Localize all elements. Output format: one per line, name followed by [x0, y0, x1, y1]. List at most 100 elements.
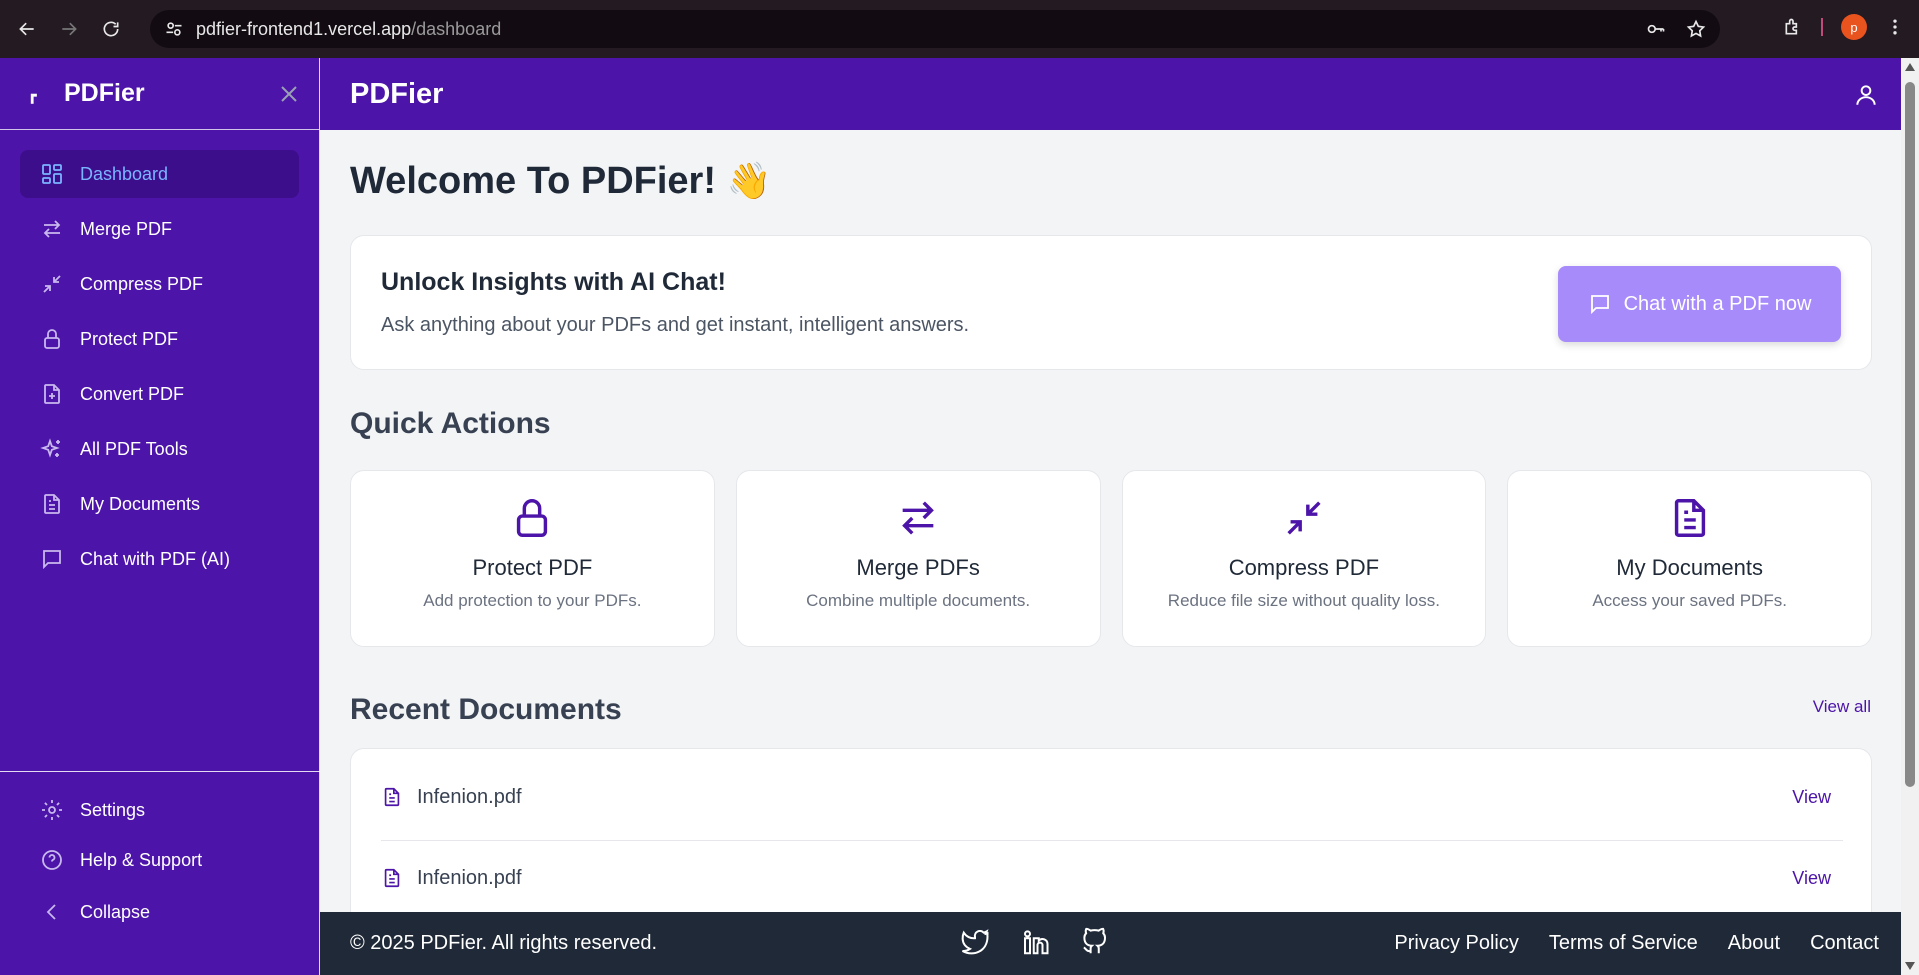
about-link[interactable]: About [1728, 932, 1780, 955]
chat-with-pdf-button[interactable]: Chat with a PDF now [1558, 266, 1841, 342]
sidebar-item-label: Compress PDF [80, 273, 204, 294]
quick-action-desc: Combine multiple documents. [806, 591, 1031, 610]
reload-icon [103, 21, 119, 37]
back-button[interactable] [12, 14, 42, 44]
sidebar-item-dashboard[interactable]: Dashboard [20, 150, 299, 198]
divider [381, 840, 1843, 841]
footer: © 2025 PDFier. All rights reserved. Priv… [320, 912, 1901, 975]
sidebar-item-settings[interactable]: Settings [20, 786, 300, 834]
url-path: /dashboard [411, 18, 502, 39]
privacy-policy-link[interactable]: Privacy Policy [1394, 932, 1518, 955]
chat-icon [1590, 295, 1609, 315]
scroll-down-arrow[interactable] [1905, 962, 1915, 970]
main-content: Welcome To PDFier! 👋 Unlock Insights wit… [320, 130, 1901, 912]
sidebar-item-convert-pdf[interactable]: Convert PDF [20, 370, 299, 418]
quick-action-merge-pdfs[interactable]: Merge PDFs Combine multiple documents. [735, 470, 1101, 647]
key-icon[interactable] [1646, 19, 1666, 39]
quick-action-title: Merge PDFs [856, 555, 980, 580]
compress-icon [43, 275, 61, 293]
twitter-icon[interactable] [960, 927, 990, 957]
reload-button[interactable] [96, 14, 126, 44]
collapse-label: Collapse [80, 901, 151, 922]
scroll-up-arrow[interactable] [1905, 63, 1915, 71]
sidebar: ┏ PDFier Dashboard Merge PDF Compress PD… [0, 58, 320, 975]
quick-action-my-documents[interactable]: My Documents Access your saved PDFs. [1507, 470, 1872, 647]
profile-avatar[interactable]: p [1841, 14, 1867, 40]
more-menu-icon[interactable] [1885, 17, 1905, 37]
copyright-text: © 2025 PDFier. All rights reserved. [350, 932, 658, 954]
quick-action-desc: Access your saved PDFs. [1592, 591, 1787, 610]
sidebar-header: ┏ PDFier [0, 58, 319, 130]
contact-link[interactable]: Contact [1810, 932, 1879, 955]
sidebar-item-label: Merge PDF [80, 218, 173, 239]
github-icon[interactable] [1080, 927, 1110, 957]
ai-card-subtitle: Ask anything about your PDFs and get ins… [381, 314, 970, 336]
site-info-icon[interactable] [164, 19, 184, 39]
footer-links: Privacy Policy Terms of Service About Co… [1394, 932, 1879, 955]
logo-icon: ┏ [28, 86, 37, 103]
sidebar-item-label: Protect PDF [80, 328, 179, 349]
sidebar-item-help[interactable]: Help & Support [20, 836, 300, 884]
arrows-swap-icon [902, 501, 934, 535]
sidebar-item-merge-pdf[interactable]: Merge PDF [20, 205, 299, 253]
welcome-heading: Welcome To PDFier! 👋 [350, 160, 771, 203]
document-icon [384, 787, 400, 807]
view-all-link[interactable]: View all [1813, 697, 1871, 717]
list-item[interactable]: Infenion.pdf View [381, 848, 1843, 908]
sidebar-collapse-button[interactable]: Collapse [20, 888, 300, 936]
settings-label: Settings [80, 799, 146, 820]
page-scrollbar[interactable] [1901, 58, 1919, 975]
quick-actions-grid: Protect PDF Add protection to your PDFs.… [350, 470, 1872, 647]
arrows-swap-icon [43, 220, 61, 238]
chat-button-label: Chat with a PDF now [1623, 292, 1812, 315]
recent-documents-list: Infenion.pdf View Infenion.pdf View [350, 748, 1872, 912]
forward-button[interactable] [54, 14, 84, 44]
arrow-right-icon [62, 22, 77, 36]
recent-documents-title: Recent Documents [350, 693, 622, 726]
view-document-link[interactable]: View [1792, 787, 1831, 808]
dashboard-icon [42, 164, 62, 184]
sidebar-item-label: My Documents [80, 493, 201, 514]
sidebar-item-protect-pdf[interactable]: Protect PDF [20, 315, 299, 363]
terms-of-service-link[interactable]: Terms of Service [1549, 932, 1698, 955]
sidebar-item-my-documents[interactable]: My Documents [20, 480, 299, 528]
browser-toolbar: pdfier-frontend1.vercel.app/dashboard p [0, 0, 1919, 58]
document-name: Infenion.pdf [417, 785, 522, 808]
sidebar-item-chat-with-pdf[interactable]: Chat with PDF (AI) [20, 535, 299, 583]
quick-action-title: My Documents [1616, 555, 1763, 580]
quick-action-desc: Add protection to your PDFs. [423, 591, 642, 610]
sidebar-item-compress-pdf[interactable]: Compress PDF [20, 260, 299, 308]
arrow-left-icon [19, 22, 34, 36]
sidebar-nav: Dashboard Merge PDF Compress PDF Protect… [0, 130, 319, 583]
ai-chat-card: Unlock Insights with AI Chat! Ask anythi… [350, 235, 1872, 370]
quick-action-title: Compress PDF [1228, 555, 1380, 580]
document-name: Infenion.pdf [417, 866, 522, 889]
extensions-icon[interactable] [1783, 17, 1803, 37]
ai-card-title: Unlock Insights with AI Chat! [381, 268, 726, 296]
close-icon[interactable] [277, 82, 301, 106]
quick-action-desc: Reduce file size without quality loss. [1167, 591, 1440, 610]
quick-actions-title: Quick Actions [350, 407, 551, 440]
quick-action-compress-pdf[interactable]: Compress PDF Reduce file size without qu… [1121, 470, 1487, 647]
quick-action-title: Protect PDF [472, 555, 593, 580]
bookmark-star-icon[interactable] [1686, 19, 1706, 39]
app-header: PDFier [320, 58, 1901, 130]
view-document-link[interactable]: View [1792, 868, 1831, 889]
document-icon [44, 494, 60, 514]
linkedin-icon[interactable] [1020, 927, 1050, 957]
lock-icon [44, 329, 60, 349]
wave-emoji: 👋 [726, 160, 772, 201]
chevron-left-icon [46, 904, 56, 920]
lock-icon [517, 499, 548, 537]
scroll-thumb[interactable] [1905, 82, 1915, 787]
address-bar[interactable]: pdfier-frontend1.vercel.app/dashboard [150, 10, 1720, 48]
sidebar-item-label: Chat with PDF (AI) [80, 548, 231, 569]
list-item[interactable]: Infenion.pdf View [381, 767, 1843, 827]
sparkles-icon [40, 438, 60, 458]
quick-action-protect-pdf[interactable]: Protect PDF Add protection to your PDFs. [350, 470, 715, 647]
user-icon[interactable] [1853, 82, 1879, 108]
help-label: Help & Support [80, 849, 203, 870]
sidebar-item-all-pdf-tools[interactable]: All PDF Tools [20, 425, 299, 473]
document-icon [384, 868, 400, 888]
help-circle-icon [42, 850, 62, 870]
